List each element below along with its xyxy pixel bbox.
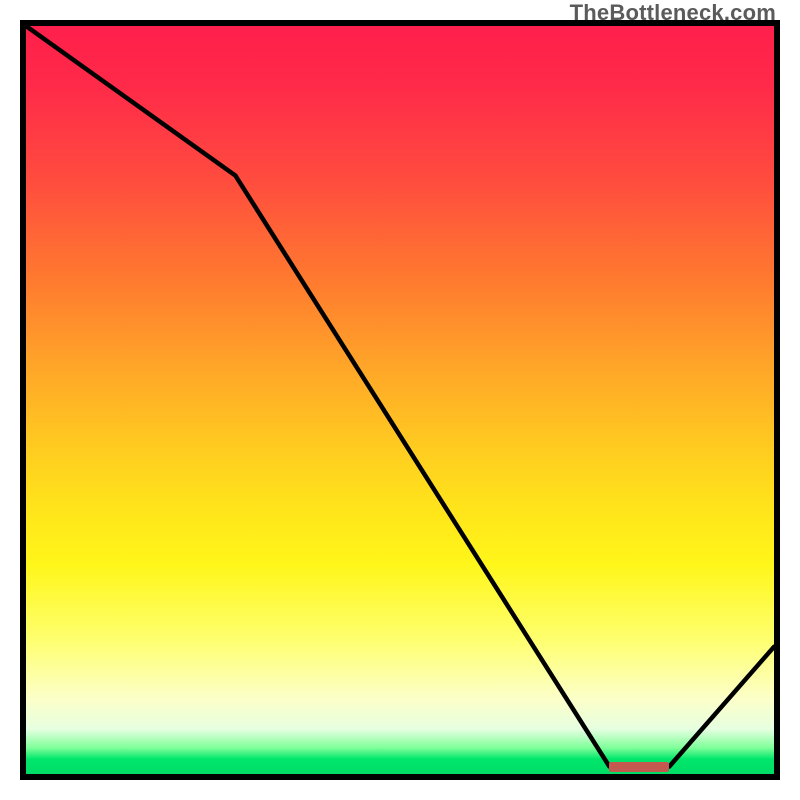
watermark-text: TheBottleneck.com (570, 0, 776, 26)
optimal-range-marker (609, 762, 669, 772)
bottleneck-curve (26, 26, 774, 774)
plot-area (20, 20, 780, 780)
